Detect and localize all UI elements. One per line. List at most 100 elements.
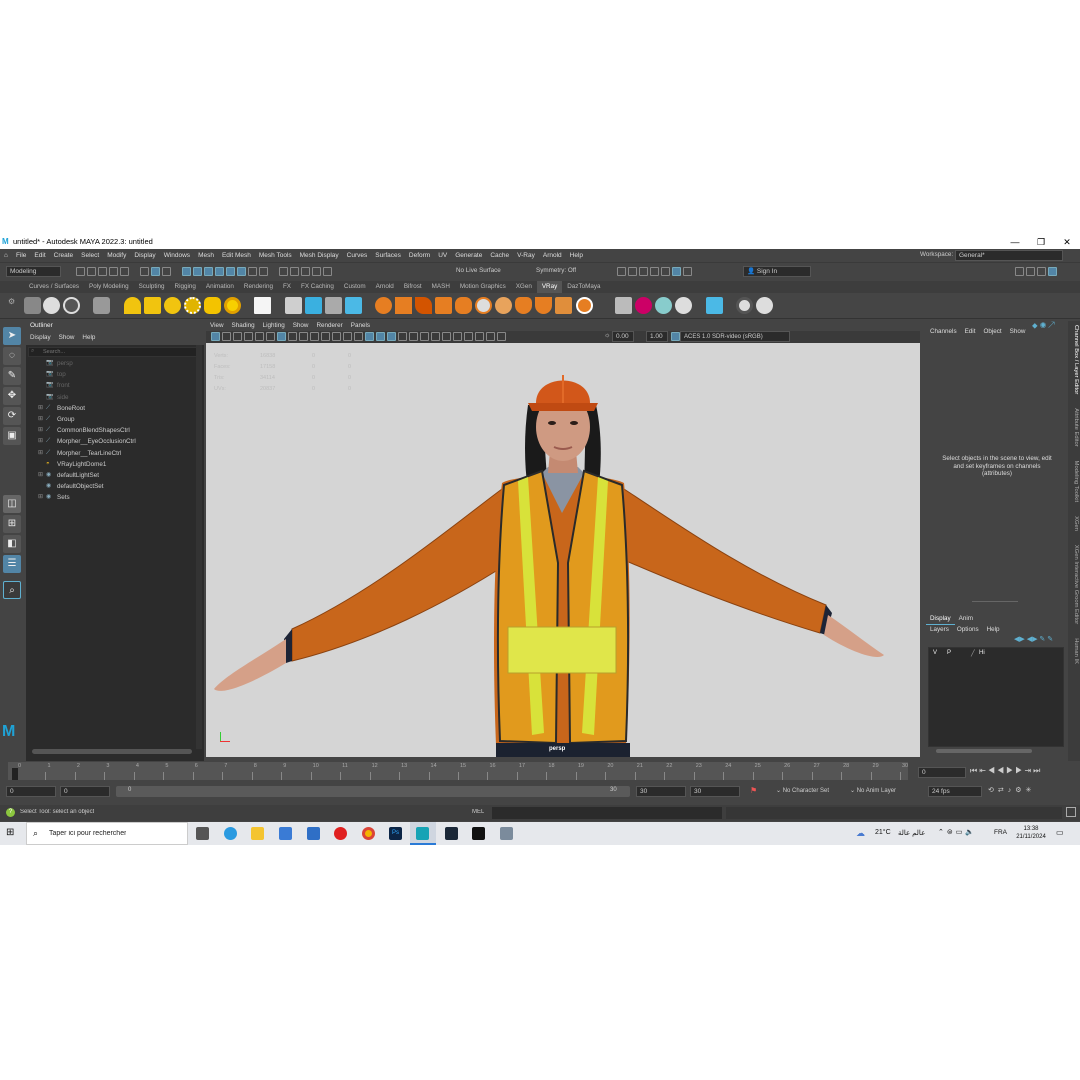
channel-box-toggle-icons[interactable]: ⬥ ◉ ↗	[1032, 321, 1066, 331]
edge-icon[interactable]	[224, 827, 237, 840]
menu-mesh-tools[interactable]: Mesh Tools	[255, 249, 296, 262]
expand-icon[interactable]: ⊞	[38, 425, 43, 436]
shelf-tab-rigging[interactable]: Rigging	[170, 281, 201, 293]
render-settings-icon[interactable]	[650, 267, 659, 276]
snap-curve-icon[interactable]	[192, 267, 202, 276]
expand-icon[interactable]: ⊞	[38, 436, 43, 447]
vray-ipr-shelf-icon[interactable]	[63, 297, 80, 314]
menu-file[interactable]: File	[12, 249, 30, 262]
snap-grid-icon[interactable]	[181, 267, 191, 276]
bookmark-icon[interactable]	[233, 332, 242, 341]
steam-icon[interactable]	[445, 827, 458, 840]
file-explorer-icon[interactable]	[251, 827, 264, 840]
sign-in-button[interactable]: 👤 Sign In	[743, 266, 811, 277]
viewport-menu-lighting[interactable]: Lighting	[259, 321, 289, 331]
shadows-icon[interactable]	[398, 332, 407, 341]
lightbulb-shelf-icon[interactable]	[736, 297, 753, 314]
epic-games-icon[interactable]	[472, 827, 485, 840]
time-slider[interactable]: 0 1 2 3 4 5 6 7 8 9 10 11 12 13 14 15 16 17 18 19 20 21 22 23 24…	[0, 762, 1080, 784]
xray-icon[interactable]	[464, 332, 473, 341]
layer-menu-layers[interactable]: Layers	[926, 625, 953, 635]
colors-shelf-icon[interactable]	[635, 297, 652, 314]
system-tray-icons[interactable]: ⌃⊜▭🔈	[938, 828, 988, 838]
rect-light-icon[interactable]	[144, 297, 161, 314]
script-language-toggle[interactable]: MEL	[472, 809, 484, 815]
view-transform-icon[interactable]	[671, 332, 680, 341]
end-time-field[interactable]: 30	[636, 786, 686, 797]
taskbar-clock[interactable]: 13:38 21/11/2024	[1012, 825, 1050, 843]
cup-shelf-icon[interactable]	[535, 297, 552, 314]
weather-text[interactable]: عالم عالة	[898, 829, 925, 837]
expand-icon[interactable]: ⊞	[38, 448, 43, 459]
menu-deform[interactable]: Deform	[405, 249, 434, 262]
motion-blur-icon[interactable]	[420, 332, 429, 341]
shelf-tab-motion-graphics[interactable]: Motion Graphics	[455, 281, 511, 293]
shelf-tab-curves-surfaces[interactable]: Curves / Surfaces	[24, 281, 84, 293]
ies-light-icon[interactable]	[204, 297, 221, 314]
shelf-tab-vray[interactable]: VRay	[536, 281, 563, 293]
layer-action-icons[interactable]: ◀▶ ◀▶ ✎ ✎	[1014, 635, 1066, 645]
layer-hscrollbar[interactable]	[936, 749, 1032, 753]
menu-mesh[interactable]: Mesh	[194, 249, 218, 262]
notification-icon[interactable]: ▭	[1056, 828, 1068, 838]
resolution-gate-icon[interactable]	[299, 332, 308, 341]
shelf-tab-poly-modeling[interactable]: Poly Modeling	[84, 281, 134, 293]
rotate-tool-icon[interactable]: ⟳	[3, 407, 21, 425]
vray-logo-shelf-icon[interactable]	[756, 297, 773, 314]
construction-icon[interactable]	[289, 267, 299, 276]
magnet-shelf-icon[interactable]	[515, 297, 532, 314]
select-component-icon[interactable]	[161, 267, 171, 276]
outliner-menu-display[interactable]: Display	[26, 332, 55, 343]
shelf-tab-animation[interactable]: Animation	[201, 281, 239, 293]
anim-layer-dropdown[interactable]: ⌄ No Anim Layer	[850, 787, 896, 794]
tool-settings-toggle-icon[interactable]	[1037, 267, 1046, 276]
viewport-menu-show[interactable]: Show	[289, 321, 313, 331]
opera-icon[interactable]	[334, 827, 347, 840]
snap-plane-icon[interactable]	[214, 267, 224, 276]
outliner-layout-icon[interactable]: ☰	[3, 555, 21, 573]
outliner-scrollbar[interactable]	[196, 345, 202, 749]
use-all-lights-icon[interactable]	[387, 332, 396, 341]
layer-color-icon[interactable]: ╱	[971, 650, 975, 657]
layer-tab-display[interactable]: Display	[926, 614, 955, 625]
scale-tool-icon[interactable]: ▣	[3, 427, 21, 445]
expand-icon[interactable]: ⊞	[38, 470, 43, 481]
fps-dropdown[interactable]: 24 fps	[928, 786, 982, 797]
wireframe-icon[interactable]	[354, 332, 363, 341]
home-icon[interactable]: ⌂	[0, 249, 12, 262]
playback-controls[interactable]: ⏮⇤◀◀▶▶⇥⏭	[970, 766, 1078, 778]
output-icon[interactable]	[311, 267, 321, 276]
minimize-button[interactable]: —	[1002, 235, 1028, 249]
snap-live-icon[interactable]	[236, 267, 246, 276]
shelf-tab-daztomaya[interactable]: DazToMaya	[562, 281, 605, 293]
modeling-toolkit-toggle-icon[interactable]	[1015, 267, 1024, 276]
backface-icon[interactable]	[486, 332, 495, 341]
menu-mesh-display[interactable]: Mesh Display	[296, 249, 343, 262]
channel-box-menu-object[interactable]: Object	[979, 327, 1005, 337]
workspace-dropdown[interactable]: General*	[955, 250, 1063, 261]
history-icon[interactable]	[278, 267, 288, 276]
range-slider[interactable]: 0 30	[116, 786, 630, 797]
dots-shelf-icon[interactable]	[655, 297, 672, 314]
character-set-dropdown[interactable]: ⌄ No Character Set	[776, 787, 829, 794]
menu-help[interactable]: Help	[566, 249, 587, 262]
viewport-menu-view[interactable]: View	[206, 321, 228, 331]
menu-surfaces[interactable]: Surfaces	[371, 249, 405, 262]
channel-box-toggle-icon[interactable]	[1048, 267, 1057, 276]
save-scene-icon[interactable]	[98, 267, 107, 276]
aerial-shelf-icon[interactable]	[475, 297, 492, 314]
redo-icon[interactable]	[120, 267, 129, 276]
fur-shelf-icon[interactable]	[325, 297, 342, 314]
snap-point-icon[interactable]	[203, 267, 213, 276]
maya-taskbar-button[interactable]	[410, 822, 436, 845]
outliner-menu-show[interactable]: Show	[55, 332, 79, 343]
select-hierarchy-icon[interactable]	[139, 267, 149, 276]
undo-icon[interactable]	[109, 267, 118, 276]
right-tab-xgen[interactable]: XGen	[1073, 516, 1079, 531]
weather-temp[interactable]: 21°C	[875, 829, 891, 836]
shelf-tab-fx[interactable]: FX	[278, 281, 296, 293]
viewport-menu-renderer[interactable]: Renderer	[312, 321, 346, 331]
texture-shelf-icon[interactable]	[435, 297, 452, 314]
start-time-field[interactable]: 0	[6, 786, 56, 797]
menu-edit-mesh[interactable]: Edit Mesh	[218, 249, 255, 262]
